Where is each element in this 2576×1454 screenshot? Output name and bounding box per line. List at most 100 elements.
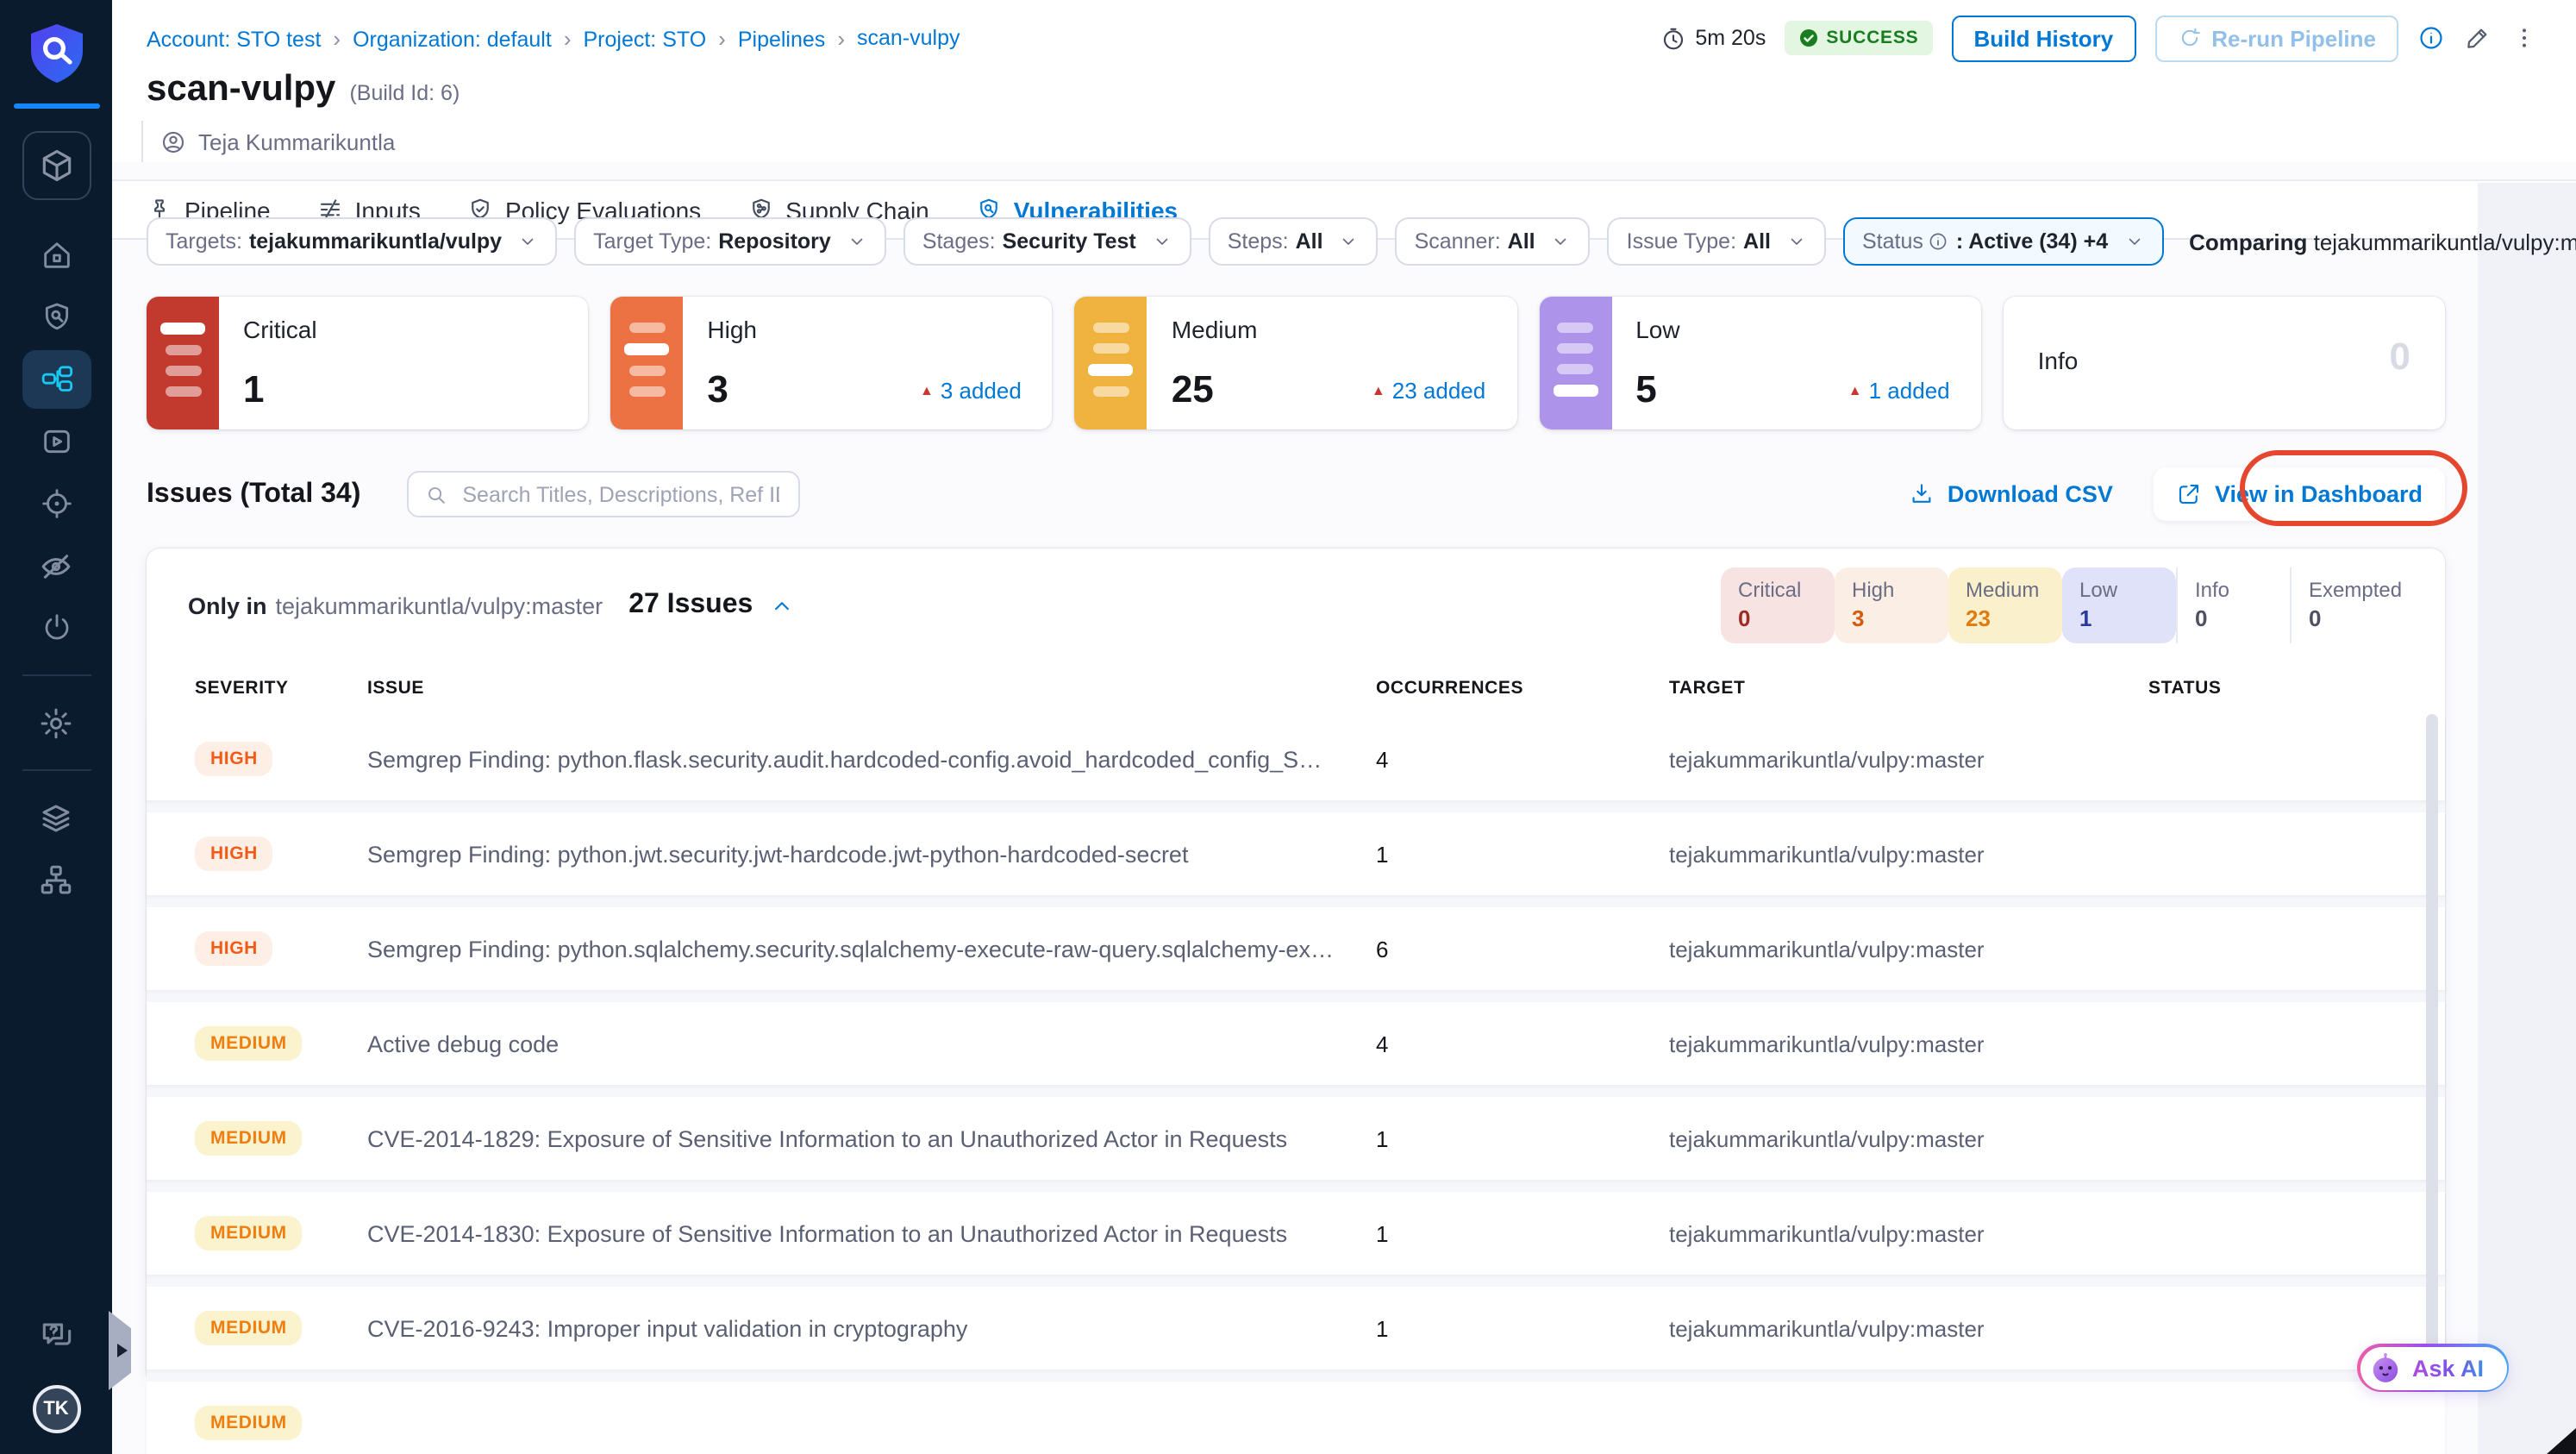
card-count: 0 (2389, 335, 2411, 378)
target-value: tejakummarikuntla/vulpy:master (1669, 1031, 1985, 1056)
sidebar-item-targets[interactable] (22, 474, 91, 533)
filter-scanner[interactable]: Scanner: All (1395, 217, 1591, 266)
breadcrumb-pipelines[interactable]: Pipelines (738, 25, 857, 51)
sidebar-item-home[interactable] (22, 226, 91, 285)
sidebar-item-settings[interactable] (22, 693, 91, 752)
filter-stages[interactable]: Stages: Security Test (903, 217, 1191, 266)
severity-cards: Critical 1 ▲ High 3 ▲3 added Medium 25 (147, 297, 2478, 429)
added-delta: ▲ 23 added (1371, 378, 1486, 404)
issues-table-header: SEVERITY ISSUE OCCURRENCES TARGET STATUS (147, 659, 2445, 718)
breadcrumb-organization[interactable]: Organization: default (353, 25, 583, 51)
issue-title: Semgrep Finding: python.jwt.security.jwt… (367, 841, 1189, 867)
severity-badge: MEDIUM (195, 1026, 303, 1061)
card-label: Info (2037, 347, 2079, 374)
filter-targets[interactable]: Targets: tejakummarikuntla/vulpy (147, 217, 558, 266)
breadcrumb-current[interactable]: scan-vulpy (857, 26, 960, 50)
rerun-pipeline-button[interactable]: Re-run Pipeline (2154, 15, 2398, 61)
severity-card-low[interactable]: Low 5 ▲ 1 added (1539, 297, 1981, 429)
filter-issue-type[interactable]: Issue Type: All (1607, 217, 1826, 266)
build-history-button[interactable]: Build History (1951, 15, 2136, 61)
edit-pipeline-button[interactable] (2464, 24, 2492, 52)
table-scrollbar-thumb[interactable] (2426, 714, 2438, 1366)
pipeline-nodes-icon (39, 362, 73, 397)
table-row[interactable]: HIGH Semgrep Finding: python.flask.secur… (147, 718, 2445, 800)
table-row[interactable]: MEDIUM CVE-2016-9243: Improper input val… (147, 1287, 2445, 1369)
triangle-up-icon: ▲ (1848, 383, 1862, 398)
sidebar-item-getting-started[interactable] (22, 599, 91, 657)
filter-status[interactable]: Status : Active (34) +4 (1843, 217, 2164, 266)
severity-card-high[interactable]: High 3 ▲ 3 added (610, 297, 1053, 429)
severity-card-critical[interactable]: Critical 1 ▲ (147, 297, 589, 429)
severity-count-chip[interactable]: Exempted 0 (2290, 567, 2404, 643)
chevron-down-icon (2123, 231, 2144, 252)
target-value: tejakummarikuntla/vulpy:master (1669, 841, 1985, 867)
table-row[interactable]: MEDIUM CVE-2014-1830: Exposure of Sensit… (147, 1192, 2445, 1275)
sidebar-item-exemptions[interactable] (22, 536, 91, 595)
filter-steps[interactable]: Steps: All (1208, 217, 1379, 266)
sto-shield-logo-icon[interactable] (27, 22, 85, 85)
table-row[interactable]: MEDIUM (147, 1382, 2445, 1454)
shield-search-icon (39, 300, 73, 335)
search-input[interactable] (459, 480, 784, 508)
download-icon (1910, 481, 1935, 507)
severity-count-chip[interactable]: Medium 23 (1948, 567, 2062, 643)
chip-label: Info (2195, 578, 2230, 602)
user-avatar[interactable]: TK (32, 1385, 80, 1433)
sidebar-item-executions[interactable] (22, 412, 91, 471)
check-circle-icon (1800, 29, 1818, 47)
pencil-icon (2464, 24, 2492, 52)
chip-label: Exempted (2309, 578, 2403, 602)
page-title: scan-vulpy (147, 69, 336, 109)
info-icon (2417, 24, 2445, 52)
help-chat-button[interactable] (37, 1316, 75, 1354)
sidebar-item-default-settings[interactable] (22, 788, 91, 847)
filter-target-type[interactable]: Target Type: Repository (574, 217, 886, 266)
refresh-icon (2177, 26, 2201, 50)
sidebar-item-pipelines[interactable] (22, 350, 91, 409)
severity-count-chip[interactable]: Critical 0 (1721, 567, 1835, 643)
author-row: Teja Kummarikuntla (141, 121, 2538, 162)
filter-row: Targets: tejakummarikuntla/vulpy Target T… (147, 183, 2576, 266)
right-gutter (2478, 183, 2576, 1454)
card-count: 25 (1171, 367, 1214, 411)
severity-count-chip[interactable]: Low 1 (2062, 567, 2176, 643)
severity-card-info[interactable]: Info 0 (2003, 297, 2446, 429)
col-severity: SEVERITY (195, 678, 289, 699)
ask-ai-button[interactable]: Ask AI (2357, 1344, 2509, 1392)
chip-value: 0 (2195, 605, 2208, 631)
table-row[interactable]: HIGH Semgrep Finding: python.sqlalchemy.… (147, 907, 2445, 990)
sidebar-item-overview[interactable] (22, 288, 91, 347)
expand-arrow-icon (116, 1344, 127, 1357)
sidebar-nav (22, 224, 91, 911)
issues-toolbar: Issues (Total 34) Download CSV View in D… (147, 450, 2478, 526)
col-issue: ISSUE (367, 678, 425, 699)
target-value: tejakummarikuntla/vulpy:master (1669, 1220, 1985, 1246)
sidebar-item-org-structure[interactable] (22, 850, 91, 909)
collapse-group-button[interactable] (768, 592, 794, 618)
breadcrumb-project[interactable]: Project: STO (584, 25, 738, 51)
occurrences-value: 1 (1376, 1125, 1389, 1151)
table-row[interactable]: MEDIUM Active debug code 4 tejakummariku… (147, 1002, 2445, 1085)
download-csv-button[interactable]: Download CSV (1910, 481, 2113, 507)
severity-bar-icon (1074, 297, 1147, 429)
view-in-dashboard-button[interactable]: View in Dashboard (2154, 467, 2445, 521)
top-header: Account: STO test Organization: default … (112, 0, 2576, 162)
chip-value: 23 (1966, 605, 1991, 631)
table-row[interactable]: HIGH Semgrep Finding: python.jwt.securit… (147, 812, 2445, 895)
issue-title: CVE-2014-1830: Exposure of Sensitive Inf… (367, 1220, 1288, 1246)
issue-title: CVE-2014-1829: Exposure of Sensitive Inf… (367, 1125, 1288, 1151)
issue-title: Semgrep Finding: python.flask.security.a… (367, 746, 1367, 772)
severity-card-medium[interactable]: Medium 25 ▲ 23 added (1074, 297, 1517, 429)
added-delta: ▲ 1 added (1848, 378, 1950, 404)
severity-count-chip[interactable]: High 3 (1835, 567, 1948, 643)
severity-count-chip[interactable]: Info 0 (2176, 567, 2290, 643)
issues-search[interactable] (407, 471, 801, 517)
chevron-down-icon (1786, 231, 1807, 252)
info-button[interactable] (2417, 24, 2445, 52)
module-selector-button[interactable] (22, 131, 91, 200)
app-viewport: TK Account: STO test Organization: defau… (0, 0, 2576, 1454)
kebab-menu-icon (2510, 24, 2538, 52)
table-row[interactable]: MEDIUM CVE-2014-1829: Exposure of Sensit… (147, 1097, 2445, 1180)
more-options-button[interactable] (2510, 24, 2538, 52)
breadcrumb-account[interactable]: Account: STO test (147, 25, 353, 51)
